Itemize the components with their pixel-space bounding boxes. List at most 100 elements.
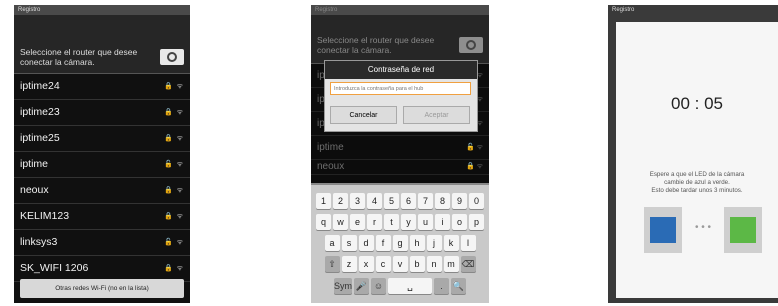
network-item[interactable]: iptime25 🔒 ᯤ — [14, 126, 190, 152]
network-name: neoux — [317, 161, 345, 172]
network-item[interactable]: KELIM123 🔒 ᯤ — [14, 204, 190, 230]
network-name: linksys3 — [20, 236, 58, 248]
key[interactable]: 🎤 — [354, 278, 369, 294]
key[interactable]: w — [333, 214, 348, 230]
key[interactable]: y — [401, 214, 416, 230]
keyboard-row-4: Sym 🎤 ☺ ␣. 🔍 — [311, 278, 489, 294]
keyboard-row-2: asdfghjkl — [311, 235, 489, 251]
unlock-wifi-icon: 🔓 ᯤ — [163, 161, 184, 168]
key[interactable]: a — [324, 235, 340, 251]
key[interactable]: 1 — [316, 193, 331, 209]
prompt-text: Seleccione el router que desee conectar … — [20, 47, 138, 67]
key[interactable]: z — [341, 256, 357, 272]
key[interactable]: 0 — [469, 193, 484, 209]
other-networks-button[interactable]: Otras redes Wi-Fi (no en la lista) — [20, 279, 184, 298]
key[interactable]: x — [358, 256, 374, 272]
keyboard: 1234567890 qwertyuiop asdfghjkl ⇧ z x c v b n m… — [311, 183, 489, 303]
key[interactable]: v — [392, 256, 408, 272]
key[interactable]: ⇧ — [324, 256, 340, 272]
wait-message: Espere a que el LED de la cámara cambie … — [616, 171, 778, 195]
key[interactable]: 9 — [452, 193, 467, 209]
key[interactable]: t — [384, 214, 399, 230]
network-name: iptime — [317, 142, 344, 153]
network-item[interactable]: iptime 🔓 ᯤ — [311, 136, 489, 160]
key[interactable]: Sym — [334, 278, 352, 294]
key[interactable]: 3 — [350, 193, 365, 209]
key[interactable]: d — [358, 235, 374, 251]
lock-wifi-icon: 🔒 ᯤ — [163, 83, 184, 90]
lock-wifi-icon: 🔒 ᯤ — [163, 265, 184, 272]
network-item[interactable]: linksys3 🔓 ᯤ — [14, 230, 190, 256]
key[interactable]: k — [443, 235, 459, 251]
led-blue-box — [644, 207, 682, 253]
key[interactable]: j — [426, 235, 442, 251]
network-name: neoux — [20, 184, 49, 196]
network-name: iptime24 — [20, 80, 60, 92]
cancel-button[interactable]: Cancelar — [330, 106, 397, 124]
key[interactable]: g — [392, 235, 408, 251]
key[interactable]: h — [409, 235, 425, 251]
refresh-button[interactable] — [459, 37, 483, 53]
wait-card: 00 : 05 Espere a que el LED de la cámara… — [616, 22, 778, 298]
wait-message-line: Esto debe tardar unos 3 minutos. — [651, 187, 743, 194]
led-blue-icon — [650, 217, 676, 243]
key[interactable]: . — [434, 278, 449, 294]
password-dialog: Contraseña de red Introduzca la contrase… — [324, 60, 478, 132]
lock-wifi-icon: 🔒 ᯤ — [163, 109, 184, 116]
key[interactable]: p — [469, 214, 484, 230]
wait-message-line: cambie de azul a verde. — [664, 179, 730, 186]
key[interactable]: b — [409, 256, 425, 272]
key[interactable]: ☺ — [371, 278, 386, 294]
refresh-icon — [466, 40, 476, 50]
wait-message-line: Espere a que el LED de la cámara — [649, 171, 745, 178]
key[interactable]: 5 — [384, 193, 399, 209]
key[interactable]: ␣ — [388, 278, 432, 294]
network-item[interactable]: neoux 🔒 ᯤ — [311, 160, 489, 175]
key[interactable]: m — [443, 256, 459, 272]
key[interactable]: o — [452, 214, 467, 230]
key[interactable]: 🔍 — [451, 278, 466, 294]
keyboard-row-1: qwertyuiop — [311, 214, 489, 230]
key[interactable]: 8 — [435, 193, 450, 209]
status-bar-title: Registro — [14, 5, 190, 15]
key[interactable]: 4 — [367, 193, 382, 209]
keyboard-row-3: ⇧ z x c v b n m ⌫ — [311, 256, 489, 272]
network-item[interactable]: iptime24 🔒 ᯤ — [14, 74, 190, 100]
countdown-timer: 00 : 05 — [671, 94, 723, 113]
password-input[interactable]: Introduzca la contraseña para el hub — [330, 82, 471, 95]
network-item[interactable]: iptime23 🔒 ᯤ — [14, 100, 190, 126]
key[interactable]: i — [435, 214, 450, 230]
key[interactable]: e — [350, 214, 365, 230]
key[interactable]: r — [367, 214, 382, 230]
key[interactable]: ⌫ — [460, 256, 476, 272]
lock-wifi-icon: 🔒 ᯤ — [465, 163, 483, 170]
refresh-button[interactable] — [160, 49, 184, 65]
screen-password-dialog: Registro Seleccione el router que desee … — [311, 5, 489, 303]
key[interactable]: c — [375, 256, 391, 272]
network-name: KELIM123 — [20, 210, 70, 222]
key[interactable]: u — [418, 214, 433, 230]
network-item[interactable]: iptime 🔓 ᯤ — [14, 152, 190, 178]
network-list: iptime24 🔒 ᯤ iptime23 🔒 ᯤ iptime25 🔒 ᯤ ipti… — [14, 74, 190, 282]
key[interactable]: s — [341, 235, 357, 251]
accept-button[interactable]: Aceptar — [403, 106, 470, 124]
lock-wifi-icon: 🔒 ᯤ — [163, 213, 184, 220]
network-item[interactable]: neoux 🔒 ᯤ — [14, 178, 190, 204]
key[interactable]: l — [460, 235, 476, 251]
key[interactable]: n — [426, 256, 442, 272]
lock-wifi-icon: 🔒 ᯤ — [163, 187, 184, 194]
led-green-icon — [730, 217, 756, 243]
key[interactable]: 7 — [418, 193, 433, 209]
key[interactable]: 6 — [401, 193, 416, 209]
unlock-wifi-icon: 🔓 ᯤ — [465, 144, 483, 151]
refresh-icon — [167, 52, 177, 62]
screen-router-list: Registro Seleccione el router que desee … — [14, 5, 190, 303]
keyboard-row-numbers: 1234567890 — [311, 193, 489, 209]
key[interactable]: 2 — [333, 193, 348, 209]
key[interactable]: f — [375, 235, 391, 251]
network-name: iptime23 — [20, 106, 60, 118]
key[interactable]: q — [316, 214, 331, 230]
network-name: SK_WIFI 1206 — [20, 262, 89, 274]
status-bar-title: Registro — [608, 5, 778, 15]
lock-wifi-icon: 🔒 ᯤ — [163, 135, 184, 142]
